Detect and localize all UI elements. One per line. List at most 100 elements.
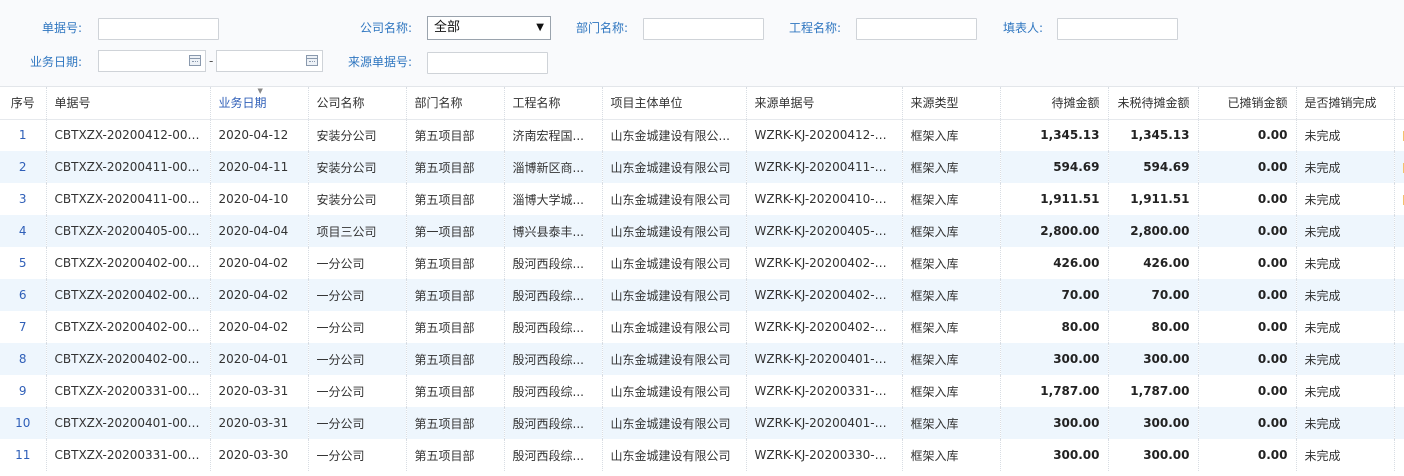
table-row[interactable]: 11 CBTXZX-20200331-0002 2020-03-30 一分公司 第五项目… — [0, 439, 1404, 471]
table-cell: 300.00 — [1108, 343, 1199, 375]
row-index[interactable]: 11 — [0, 439, 47, 471]
sort-icon[interactable]: ▼ — [258, 87, 263, 95]
row-overflow-cell — [1394, 407, 1404, 439]
column-header[interactable]: 公司名称 — [308, 87, 407, 120]
table-row[interactable]: 6 CBTXZX-20200402-0004 2020-04-02 一分公司 第五项目部… — [0, 279, 1404, 311]
column-header-label: 业务日期 — [218, 96, 267, 111]
biz-date-start-input[interactable] — [98, 50, 206, 72]
column-header[interactable]: 序号 — [0, 87, 47, 120]
table-cell: 300.00 — [1000, 343, 1109, 375]
table-cell: 2020-04-10 — [210, 183, 309, 215]
table-cell: WZRK-KJ-20200401-084 — [746, 343, 903, 375]
table-cell: 殷河西段综... — [504, 407, 603, 439]
project-input[interactable] — [856, 18, 977, 40]
row-index[interactable]: 7 — [0, 311, 47, 343]
table-cell: 山东金城建设有限公司 — [602, 279, 747, 311]
row-index[interactable]: 3 — [0, 183, 47, 215]
table-cell: WZRK-KJ-20200331-029 — [746, 375, 903, 407]
table-cell: 殷河西段综... — [504, 311, 603, 343]
biz-date-end-input[interactable] — [216, 50, 323, 72]
column-header[interactable]: 来源类型 — [902, 87, 1001, 120]
column-header-sorted[interactable]: ▼ 业务日期 — [210, 87, 309, 120]
table-cell: 2020-04-02 — [210, 311, 309, 343]
table-cell: 山东金城建设有限公司 — [602, 215, 747, 247]
filler-input[interactable] — [1057, 18, 1178, 40]
table-cell: 殷河西段综... — [504, 279, 603, 311]
column-header[interactable]: 项目主体单位 — [602, 87, 747, 120]
table-row[interactable]: 2 CBTXZX-20200411-0003 2020-04-11 安装分公司 第五项目… — [0, 151, 1404, 183]
table-cell: 山东金城建设有限公司 — [602, 343, 747, 375]
table-cell: 未完成 — [1296, 375, 1395, 407]
row-overflow-cell — [1394, 439, 1404, 471]
filler-label: 填表人: — [1003, 21, 1044, 35]
table-cell: CBTXZX-20200402-0005 — [46, 311, 211, 343]
column-header[interactable]: 未税待摊金额 — [1108, 87, 1199, 120]
doc-no-input[interactable] — [98, 18, 219, 40]
table-cell: CBTXZX-20200402-0002 — [46, 343, 211, 375]
column-header[interactable]: 待摊金额 — [1000, 87, 1109, 120]
table-cell: 第五项目部 — [406, 247, 505, 279]
table-body: 1 CBTXZX-20200412-0001 2020-04-12 安装分公司 第五项目… — [0, 119, 1404, 471]
table-cell: 山东金城建设有限公... — [602, 119, 747, 151]
row-index[interactable]: 2 — [0, 151, 47, 183]
table-row[interactable]: 1 CBTXZX-20200412-0001 2020-04-12 安装分公司 第五项目… — [0, 119, 1404, 151]
table-cell: 2020-03-30 — [210, 439, 309, 471]
column-header[interactable]: 工程名称 — [504, 87, 603, 120]
table-cell: 426.00 — [1000, 247, 1109, 279]
calendar-icon[interactable] — [189, 55, 201, 66]
row-index[interactable]: 5 — [0, 247, 47, 279]
column-header[interactable]: 部门名称 — [406, 87, 505, 120]
column-header[interactable]: 来源单据号 — [746, 87, 903, 120]
table-row[interactable]: 5 CBTXZX-20200402-0003 2020-04-02 一分公司 第五项目部… — [0, 247, 1404, 279]
table-row[interactable]: 3 CBTXZX-20200411-0002 2020-04-10 安装分公司 第五项目… — [0, 183, 1404, 215]
biz-date-label: 业务日期: — [30, 55, 83, 69]
table-cell: 框架入库 — [902, 247, 1001, 279]
table-cell: 2020-04-04 — [210, 215, 309, 247]
table-cell: 2020-04-12 — [210, 119, 309, 151]
column-header[interactable]: 已摊销金额 — [1198, 87, 1297, 120]
row-index[interactable]: 8 — [0, 343, 47, 375]
table-row[interactable]: 7 CBTXZX-20200402-0005 2020-04-02 一分公司 第五项目部… — [0, 311, 1404, 343]
row-index[interactable]: 9 — [0, 375, 47, 407]
table-cell: 0.00 — [1198, 407, 1297, 439]
table-cell: CBTXZX-20200405-0001 — [46, 215, 211, 247]
table-cell: 博兴县泰丰... — [504, 215, 603, 247]
table-cell: 0.00 — [1198, 183, 1297, 215]
table-cell: 第五项目部 — [406, 151, 505, 183]
table-cell: 项目三公司 — [308, 215, 407, 247]
table-cell: 2020-03-31 — [210, 407, 309, 439]
column-header[interactable]: 是否摊销完成 — [1296, 87, 1395, 120]
table-row[interactable]: 9 CBTXZX-20200331-0001 2020-03-31 一分公司 第五项目部… — [0, 375, 1404, 407]
table-cell: 0.00 — [1198, 439, 1297, 471]
table-cell: 框架入库 — [902, 311, 1001, 343]
table-cell: WZRK-KJ-20200402-059 — [746, 311, 903, 343]
row-index[interactable]: 6 — [0, 279, 47, 311]
column-header-overflow — [1394, 87, 1404, 120]
row-overflow-cell — [1394, 343, 1404, 375]
company-select[interactable]: 全部 ▼ — [427, 16, 551, 40]
table-cell: 300.00 — [1108, 407, 1199, 439]
filter-panel: 单据号: 公司名称: 全部 ▼ 部门名称: 工程名称: 填表人: 业务日期: -… — [0, 0, 1404, 87]
chevron-down-icon[interactable]: ▼ — [536, 17, 544, 39]
table-cell: 70.00 — [1000, 279, 1109, 311]
table-cell: CBTXZX-20200412-0001 — [46, 119, 211, 151]
row-index[interactable]: 4 — [0, 215, 47, 247]
source-doc-input[interactable] — [427, 52, 548, 74]
table-cell: 0.00 — [1198, 215, 1297, 247]
table-cell: 框架入库 — [902, 183, 1001, 215]
table-cell: CBTXZX-20200411-0003 — [46, 151, 211, 183]
table-cell: 70.00 — [1108, 279, 1199, 311]
table-row[interactable]: 4 CBTXZX-20200405-0001 2020-04-04 项目三公司 第一项目… — [0, 215, 1404, 247]
row-index[interactable]: 10 — [0, 407, 47, 439]
table-row[interactable]: 8 CBTXZX-20200402-0002 2020-04-01 一分公司 第五项目部… — [0, 343, 1404, 375]
table-cell: 济南宏程国... — [504, 119, 603, 151]
column-header[interactable]: 单据号 — [46, 87, 211, 120]
table-cell: WZRK-KJ-20200401-002 — [746, 407, 903, 439]
dept-input[interactable] — [643, 18, 764, 40]
calendar-icon[interactable] — [306, 55, 318, 66]
data-table: 序号 单据号 ▼ 业务日期 公司名称 部门名称 工程名称 项目主体单位 来源单据… — [0, 87, 1404, 471]
row-index[interactable]: 1 — [0, 119, 47, 151]
table-cell: 1,911.51 — [1108, 183, 1199, 215]
table-row[interactable]: 10 CBTXZX-20200401-0003 2020-03-31 一分公司 第五项目… — [0, 407, 1404, 439]
table-cell: WZRK-KJ-20200411-055 — [746, 151, 903, 183]
